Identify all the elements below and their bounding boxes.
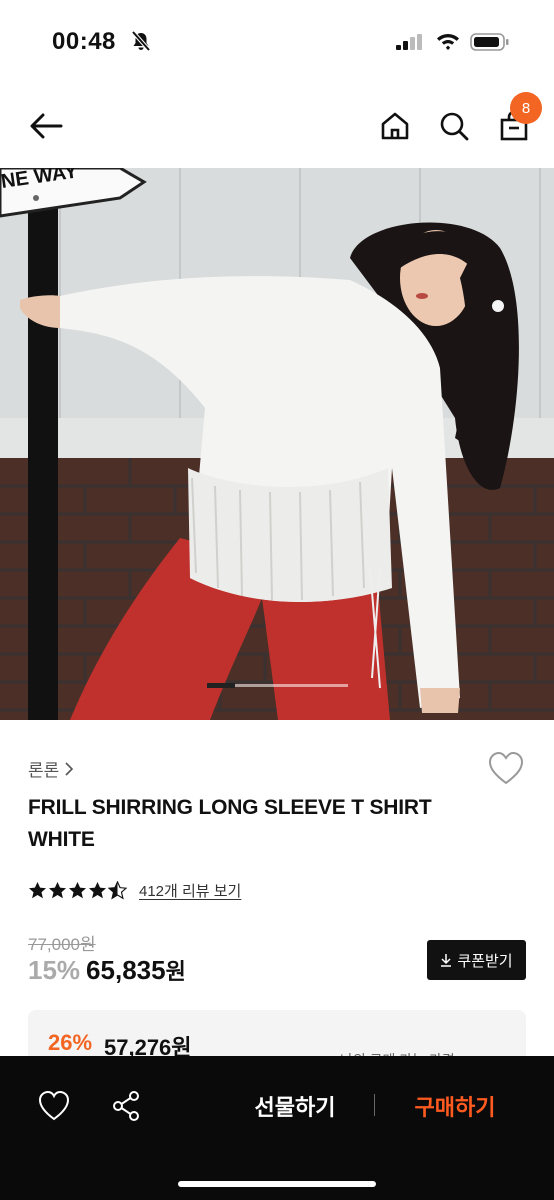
cart-count-badge: 8 (510, 92, 542, 124)
star-rating (28, 880, 127, 900)
sale-currency: 원 (165, 959, 186, 984)
price-row: 15% 65,835원 (28, 954, 186, 986)
like-button[interactable] (34, 1086, 74, 1126)
rating-row: 412개 리뷰 보기 (28, 878, 241, 902)
product-image[interactable]: NE WAY (0, 168, 554, 720)
product-title-line2: WHITE (28, 828, 95, 851)
status-time: 00:48 (52, 28, 116, 55)
battery-icon (470, 33, 509, 51)
star-icon (48, 881, 67, 898)
star-icon (68, 881, 87, 898)
coupon-button-label: 쿠폰받기 (457, 952, 513, 970)
review-link[interactable]: 412개 리뷰 보기 (139, 880, 241, 901)
signal-icon (396, 34, 422, 50)
discount-rate: 15% (28, 955, 81, 985)
product-title-line1: FRILL SHIRRING LONG SLEEVE T SHIRT (28, 796, 432, 819)
arrow-left-icon (30, 113, 63, 139)
star-half-icon (108, 880, 127, 899)
sale-price: 65,835 (86, 955, 166, 985)
gift-button[interactable]: 선물하기 (230, 1086, 360, 1126)
member-discount-rate: 26% (48, 1030, 93, 1055)
chevron-right-icon (65, 761, 74, 776)
bell-off-icon (131, 30, 151, 52)
star-icon (88, 881, 107, 898)
carousel-progress-indicator (207, 683, 235, 688)
product-photo: NE WAY (0, 168, 554, 720)
wishlist-button[interactable] (486, 750, 526, 788)
product-title: FRILL SHIRRING LONG SLEEVE T SHIRT WHITE (28, 792, 468, 856)
status-bar: 00:48 (0, 0, 554, 84)
heart-icon (488, 751, 524, 785)
search-button[interactable] (434, 106, 474, 146)
original-price: 77,000원 (28, 935, 96, 954)
bottom-action-bar: 선물하기 구매하기 (0, 1056, 554, 1200)
buy-button[interactable]: 구매하기 (390, 1086, 520, 1126)
download-icon (441, 954, 452, 967)
home-indicator (178, 1181, 376, 1187)
share-button[interactable] (106, 1086, 146, 1126)
wifi-icon (437, 34, 459, 50)
coupon-button[interactable]: 쿠폰받기 (427, 940, 526, 980)
star-icon (28, 881, 47, 898)
share-icon (113, 1091, 139, 1121)
back-button[interactable] (24, 106, 68, 146)
top-nav (0, 96, 554, 156)
heart-icon (38, 1090, 70, 1121)
brand-name: 론론 (28, 761, 60, 780)
search-icon (440, 112, 469, 141)
home-icon (381, 112, 409, 140)
divider (374, 1094, 375, 1116)
home-button[interactable] (376, 106, 414, 146)
brand-link[interactable]: 론론 (28, 756, 74, 781)
